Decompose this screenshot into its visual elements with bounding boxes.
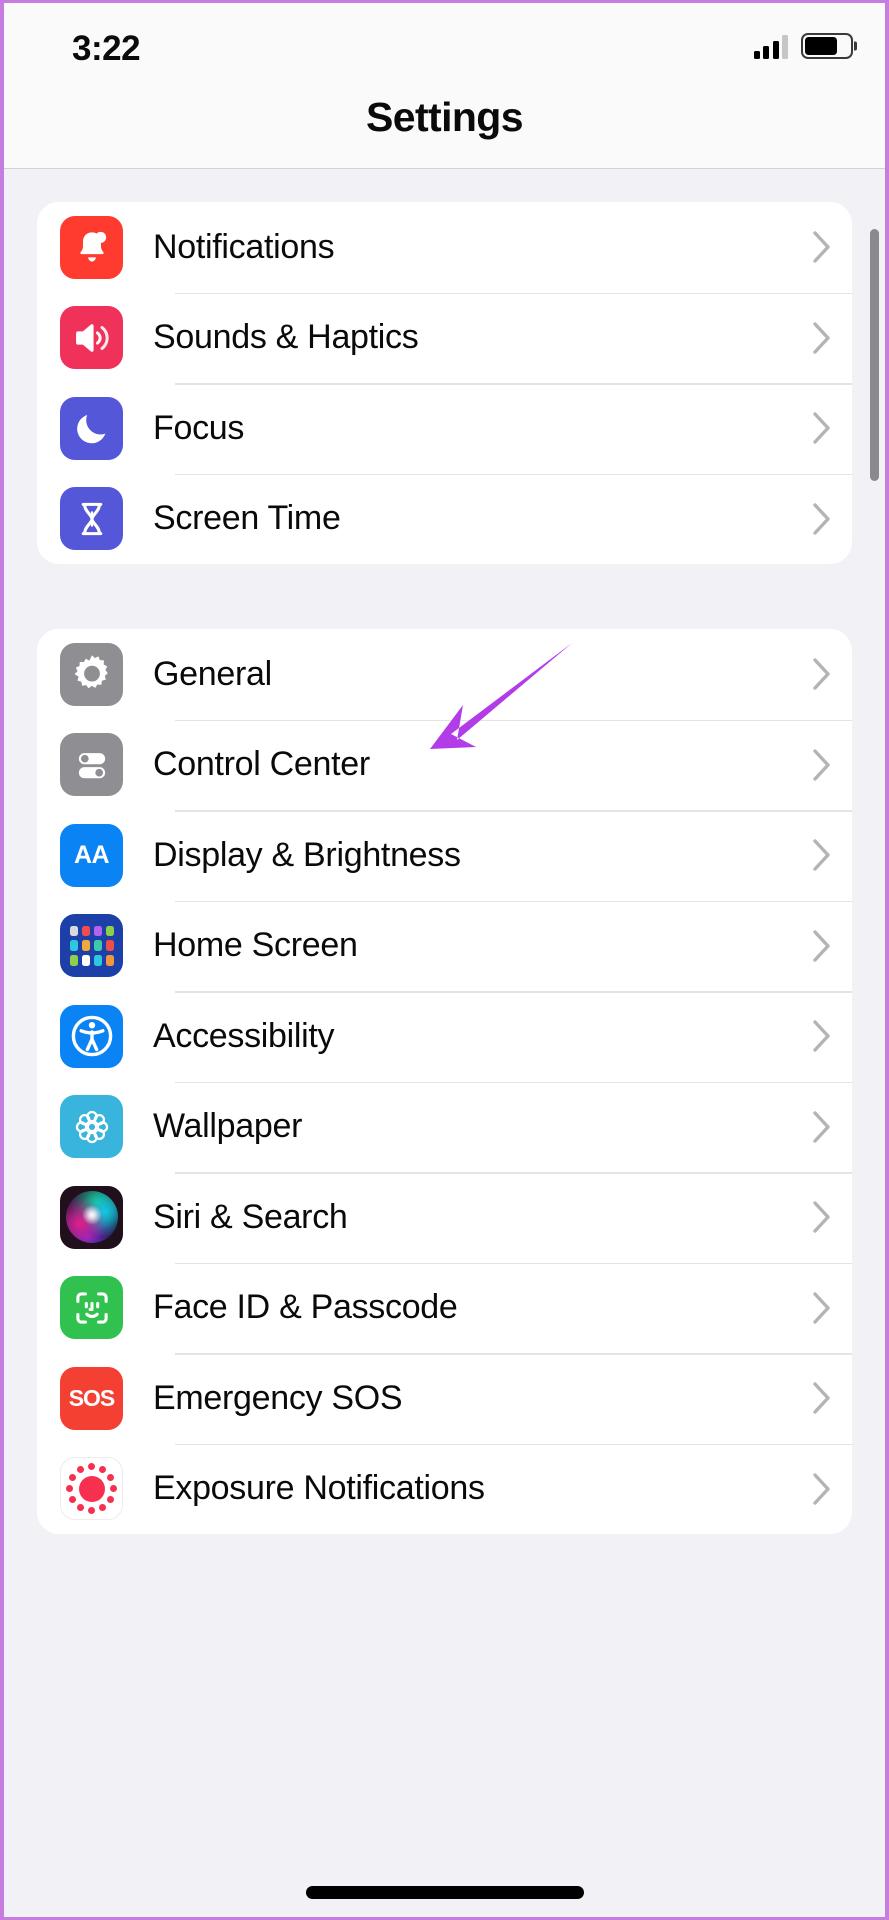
settings-row-label: Wallpaper (153, 1107, 303, 1146)
chevron-right-icon (792, 1291, 852, 1325)
sos-icon: SOS (60, 1366, 123, 1430)
settings-row-accessibility[interactable]: Accessibility (37, 991, 852, 1082)
settings-row-notifications[interactable]: Notifications (37, 202, 852, 293)
settings-row-focus[interactable]: Focus (37, 383, 852, 474)
bell-icon (60, 215, 123, 279)
vertical-scrollbar[interactable] (870, 229, 879, 481)
settings-row-exposure-notifications[interactable]: Exposure Notifications (37, 1443, 852, 1534)
settings-row-label: Emergency SOS (153, 1378, 403, 1417)
chevron-right-icon (792, 748, 852, 782)
settings-row-label: Exposure Notifications (153, 1469, 485, 1508)
settings-row-siri-search[interactable]: Siri & Search (37, 1172, 852, 1263)
phone-screenshot-frame: 3:22 Settings Notifications Sounds & Hap… (0, 0, 889, 1920)
settings-row-label: Sounds & Haptics (153, 318, 419, 357)
chevron-right-icon (792, 1110, 852, 1144)
status-bar-clock: 3:22 (72, 29, 141, 68)
settings-row-display-brightness[interactable]: AA Display & Brightness (37, 810, 852, 901)
settings-row-label: Screen Time (153, 499, 341, 538)
settings-row-label: Accessibility (153, 1016, 335, 1055)
chevron-right-icon (792, 1019, 852, 1053)
settings-row-sounds-haptics[interactable]: Sounds & Haptics (37, 292, 852, 383)
settings-scroll-area[interactable]: Notifications Sounds & Haptics Focus Scr… (4, 169, 885, 1917)
settings-row-label: Siri & Search (153, 1197, 348, 1236)
settings-row-label: Notifications (153, 227, 335, 266)
settings-row-label: Home Screen (153, 926, 358, 965)
battery-icon (801, 33, 853, 59)
chevron-right-icon (792, 502, 852, 536)
page-title: Settings (366, 94, 524, 140)
moon-icon (60, 396, 123, 460)
settings-row-face-id-passcode[interactable]: Face ID & Passcode (37, 1262, 852, 1353)
accessibility-icon (60, 1004, 123, 1068)
face-id-icon (60, 1276, 123, 1340)
settings-row-general[interactable]: General (37, 629, 852, 720)
settings-row-wallpaper[interactable]: Wallpaper (37, 1081, 852, 1172)
chevron-right-icon (792, 838, 852, 872)
chevron-right-icon (792, 1200, 852, 1234)
settings-row-label: Display & Brightness (153, 835, 461, 874)
chevron-right-icon (792, 1381, 852, 1415)
chevron-right-icon (792, 657, 852, 691)
text-size-aa-icon: AA (60, 823, 123, 887)
cellular-signal-icon (753, 35, 788, 59)
flower-icon (60, 1095, 123, 1159)
settings-row-label: General (153, 654, 272, 693)
status-bar-indicators (753, 33, 853, 59)
hourglass-icon (60, 487, 123, 551)
system-group: General Control Center AA Display & Brig… (37, 629, 852, 1534)
chevron-right-icon (792, 411, 852, 445)
chevron-right-icon (792, 1472, 852, 1506)
chevron-right-icon (792, 321, 852, 355)
notifications-group: Notifications Sounds & Haptics Focus Scr… (37, 202, 852, 564)
exposure-dots-icon (60, 1457, 123, 1521)
settings-row-label: Focus (153, 408, 245, 447)
chevron-right-icon (792, 929, 852, 963)
speaker-waves-icon (60, 306, 123, 370)
siri-orb-icon (60, 1185, 123, 1249)
settings-row-screen-time[interactable]: Screen Time (37, 473, 852, 564)
status-bar: 3:22 (4, 3, 885, 83)
gear-icon (60, 642, 123, 706)
settings-row-home-screen[interactable]: Home Screen (37, 900, 852, 991)
chevron-right-icon (792, 230, 852, 264)
navigation-header: 3:22 Settings (4, 3, 885, 169)
settings-row-label: Control Center (153, 745, 370, 784)
settings-row-label: Face ID & Passcode (153, 1288, 458, 1327)
app-grid-icon (60, 914, 123, 978)
battery-level-fill (805, 37, 837, 55)
home-indicator (305, 1886, 584, 1899)
settings-row-emergency-sos[interactable]: SOS Emergency SOS (37, 1353, 852, 1444)
toggles-icon (60, 733, 123, 797)
settings-row-control-center[interactable]: Control Center (37, 719, 852, 810)
